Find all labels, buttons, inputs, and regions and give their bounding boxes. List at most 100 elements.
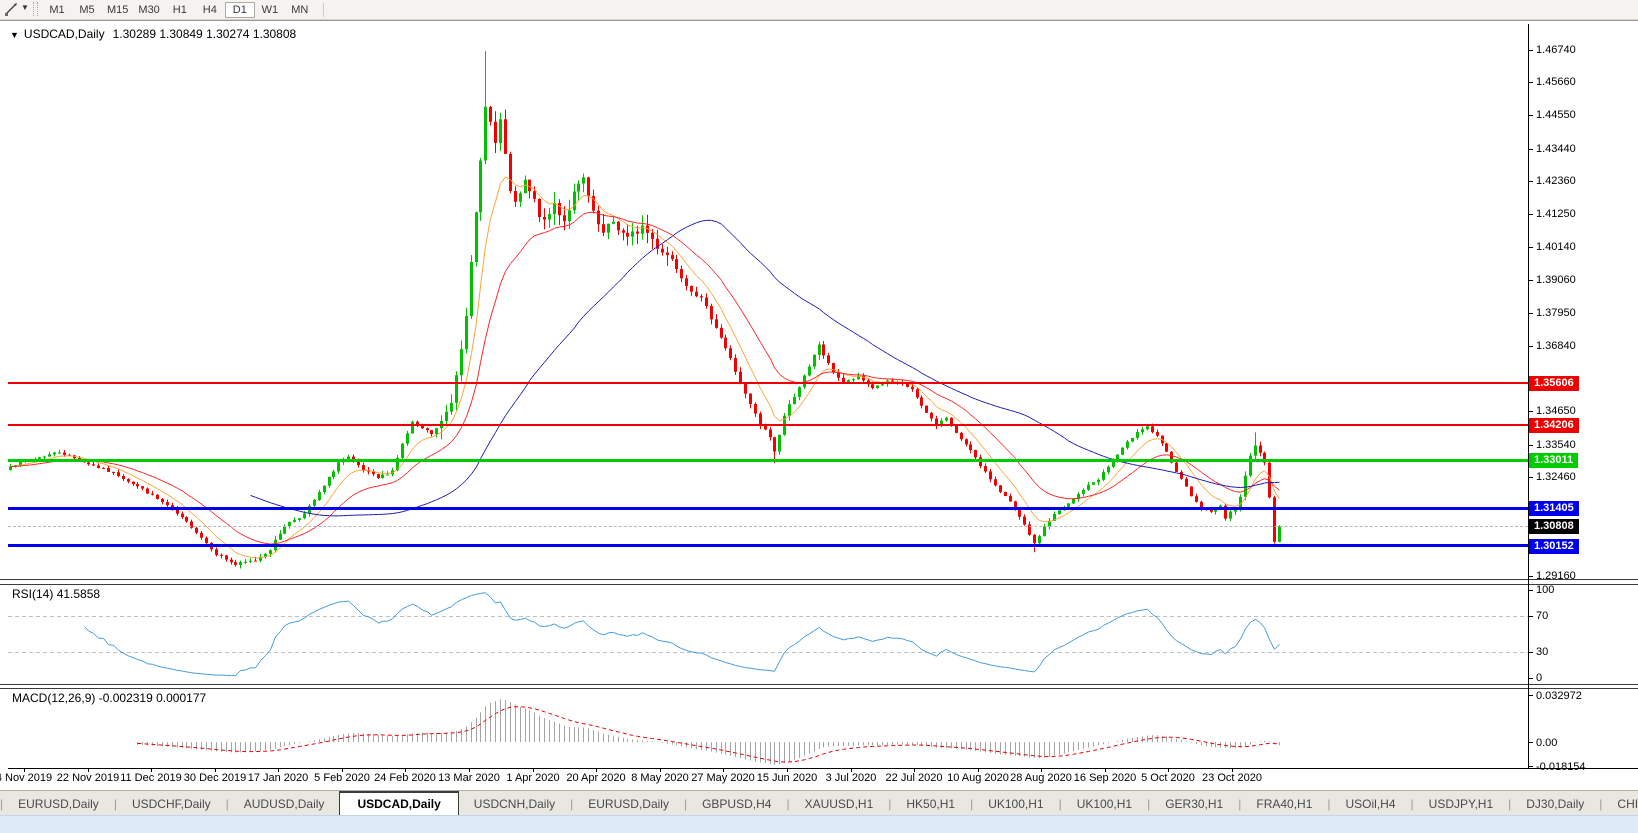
timeframe-button-h1[interactable]: H1	[165, 2, 195, 18]
chart-tab-eurusd-daily[interactable]: EURUSD,Daily	[573, 791, 684, 816]
quote-close: 1.30808	[252, 27, 297, 41]
symbol-label: USDCAD,Daily	[23, 27, 105, 41]
price-axis-tick	[1528, 444, 1533, 446]
tool-dropdown-caret[interactable]: ▼	[21, 3, 29, 12]
price-level-label: 1.30152	[1529, 539, 1579, 554]
toolbar-grip-handle[interactable]	[33, 2, 38, 16]
date-axis-label: 4 Nov 2019	[0, 772, 53, 784]
chart-tab-usdjpy-h1[interactable]: USDJPY,H1	[1414, 791, 1508, 816]
price-axis-tick-label: 1.29160	[1536, 569, 1576, 582]
quote-high: 1.30849	[159, 27, 203, 41]
bid-price-line	[8, 526, 1528, 527]
date-axis-label: 8 May 2020	[631, 772, 689, 784]
chart-tab-usdcnh-daily[interactable]: USDCNH,Daily	[459, 791, 570, 816]
rsi-axis-tick	[1528, 678, 1533, 679]
chart-tab-dj30-daily[interactable]: DJ30,Daily	[1511, 791, 1599, 816]
price-level-line[interactable]	[8, 507, 1528, 510]
price-level-line[interactable]	[8, 382, 1528, 384]
rsi-axis-tick	[1528, 590, 1533, 591]
date-axis-label: 1 Apr 2020	[506, 772, 560, 784]
timeframe-button-mn[interactable]: MN	[285, 2, 315, 18]
price-axis-tick	[1528, 180, 1533, 182]
date-axis-label: 27 May 2020	[691, 772, 755, 784]
chart-tab-ger30-h1[interactable]: GER30,H1	[1150, 791, 1238, 816]
chart-tab-usdcad-daily[interactable]: USDCAD,Daily	[339, 791, 459, 816]
price-chart-canvas[interactable]	[8, 24, 1528, 579]
date-axis-label: 10 Aug 2020	[947, 772, 1009, 784]
chart-tab-china300-h1[interactable]: CHINA300,H1	[1602, 791, 1638, 816]
price-axis-tick	[1528, 411, 1533, 413]
chart-tab-usoil-h4[interactable]: USOil,H4	[1331, 791, 1411, 816]
rsi-label: RSI(14) 41.5858	[12, 587, 101, 601]
price-level-line[interactable]	[8, 544, 1528, 547]
rsi-axis-tick	[1528, 616, 1533, 618]
macd-panel-canvas[interactable]	[8, 688, 1528, 768]
rsi-axis-tick-label: 30	[1536, 645, 1549, 658]
chart-title-bar: ▼ USDCAD,Daily 1.30289 1.30849 1.30274 1.3…	[10, 27, 296, 41]
rsi-panel-canvas[interactable]	[8, 584, 1528, 684]
price-axis-tick-label: 1.39060	[1536, 273, 1576, 286]
timeframe-button-h4[interactable]: H4	[195, 2, 225, 18]
date-axis-label: 22 Jul 2020	[885, 772, 943, 784]
price-axis-tick	[1528, 115, 1533, 117]
date-axis-label: 28 Aug 2020	[1010, 772, 1072, 784]
timeframe-button-d1[interactable]: D1	[224, 1, 255, 18]
bid-price-label: 1.30808	[1529, 519, 1579, 534]
macd-axis-tick-label: -0.018154	[1536, 761, 1586, 773]
date-axis-label: 11 Dec 2019	[120, 772, 182, 784]
date-axis-label: 20 Apr 2020	[566, 772, 626, 784]
chart-tab-uk100-h1[interactable]: UK100,H1	[1062, 791, 1147, 816]
rsi-panel-splitter[interactable]	[0, 579, 1638, 585]
price-level-label: 1.35606	[1529, 376, 1579, 391]
docked-panel-strip	[0, 815, 1638, 833]
price-axis-tick	[1528, 214, 1533, 216]
timeframe-button-w1[interactable]: W1	[255, 2, 285, 18]
chart-tab-audusd-daily[interactable]: AUDUSD,Daily	[229, 791, 340, 816]
price-level-line[interactable]	[8, 459, 1528, 462]
price-axis-tick-label: 1.32460	[1536, 470, 1576, 483]
top-toolbar: ▼ M1 M5 M15 M30 H1 H4 D1 W1 MN	[0, 0, 1638, 20]
macd-label: MACD(12,26,9) -0.002319 0.000177	[12, 691, 207, 705]
rsi-axis-tick-label: 100	[1536, 584, 1555, 596]
date-axis-label: 22 Nov 2019	[56, 772, 120, 784]
price-axis-tick	[1528, 312, 1533, 314]
rsi-axis-tick	[1528, 651, 1533, 653]
crosshair-tool-icon[interactable]	[3, 2, 19, 17]
macd-signal-value: 0.000177	[156, 691, 207, 705]
mt4-window: ▼ M1 M5 M15 M30 H1 H4 D1 W1 MN ▼ USDCAD,Daily 1.30…	[0, 0, 1638, 833]
quote-open: 1.30289	[112, 27, 156, 41]
price-axis-tick-label: 1.37950	[1536, 306, 1576, 319]
macd-axis-tick-label: 0.00	[1536, 737, 1558, 750]
date-axis-label: 3 Jul 2020	[825, 772, 877, 784]
rsi-value: 41.5858	[56, 587, 101, 601]
chart-tab-gbpusd-h4[interactable]: GBPUSD,H4	[687, 791, 786, 816]
price-axis-tick	[1528, 575, 1533, 577]
price-axis-tick-label: 1.45660	[1536, 76, 1576, 89]
chart-tab-hk50-h1[interactable]: HK50,H1	[891, 791, 970, 816]
date-axis-label: 16 Sep 2020	[1073, 772, 1137, 784]
chart-tab-bar: | EURUSD,Daily | USDCHF,Daily | AUDUSD,Daily U…	[0, 790, 1638, 816]
price-axis-tick-label: 1.34650	[1536, 405, 1576, 418]
price-axis-tick	[1528, 476, 1533, 478]
timeframe-button-m5[interactable]: M5	[72, 2, 102, 18]
price-axis-tick	[1528, 279, 1533, 281]
date-axis-label: 17 Jan 2020	[247, 772, 309, 784]
macd-panel-splitter[interactable]	[0, 684, 1638, 689]
date-axis-label: 30 Dec 2019	[183, 772, 247, 784]
macd-axis-tick	[1528, 695, 1533, 696]
symbol-dropdown-caret[interactable]: ▼	[10, 30, 19, 40]
price-axis-tick	[1528, 148, 1533, 150]
timeframe-button-m30[interactable]: M30	[133, 2, 164, 18]
chart-tab-eurusd-daily[interactable]: EURUSD,Daily	[3, 791, 114, 816]
chart-tab-xauusd-h1[interactable]: XAUUSD,H1	[790, 791, 889, 816]
price-axis-tick-label: 1.40140	[1536, 241, 1576, 254]
chart-tab-uk100-h1[interactable]: UK100,H1	[973, 791, 1058, 816]
chart-tab-usdchf-daily[interactable]: USDCHF,Daily	[117, 791, 226, 816]
timeframe-button-m1[interactable]: M1	[42, 2, 72, 18]
time-axis-line	[8, 768, 1638, 769]
toolbar-separator	[322, 2, 324, 17]
price-axis-tick-label: 1.43440	[1536, 142, 1576, 155]
chart-tab-fra40-h1[interactable]: FRA40,H1	[1241, 791, 1327, 816]
price-level-line[interactable]	[8, 424, 1528, 426]
timeframe-button-m15[interactable]: M15	[102, 2, 133, 18]
